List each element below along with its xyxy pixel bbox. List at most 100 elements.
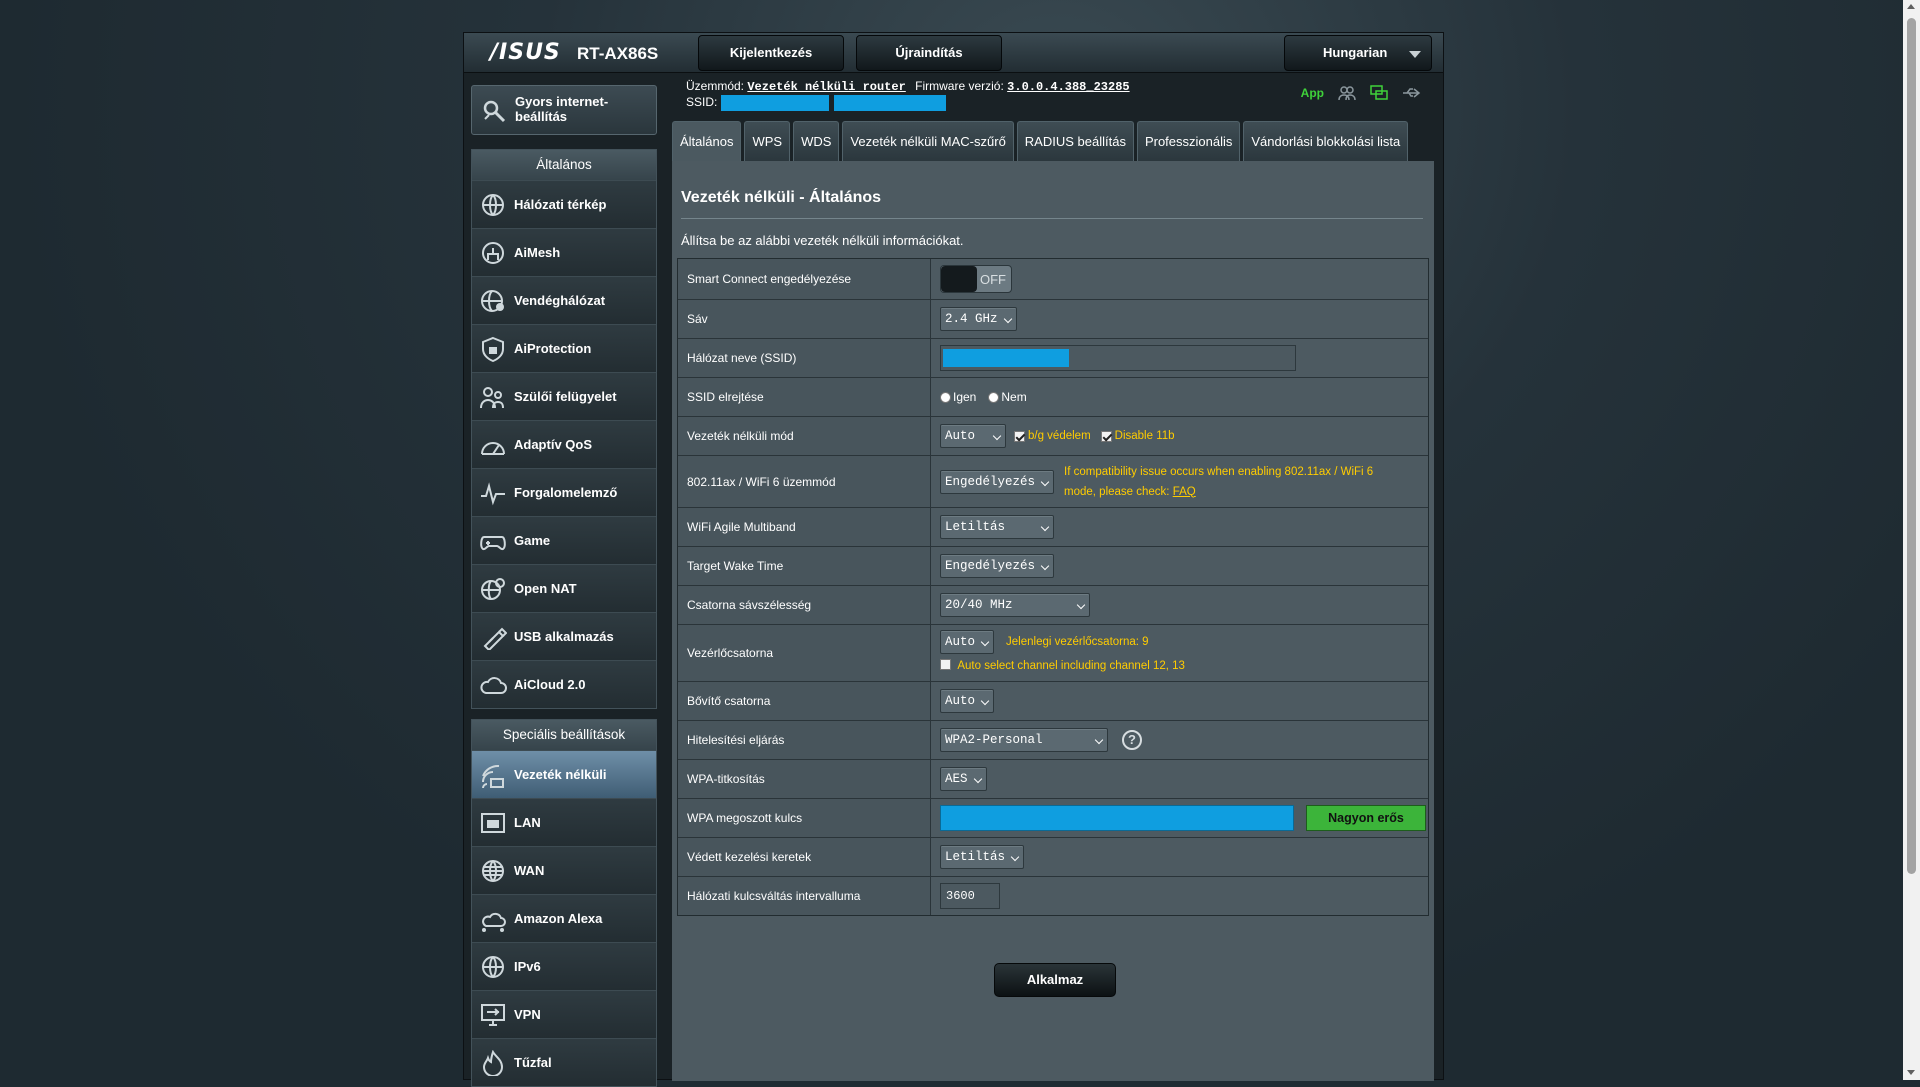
smart-connect-label: Smart Connect engedélyezése <box>678 259 931 299</box>
bandwidth-select[interactable]: 20/40 MHz <box>940 593 1090 617</box>
extension-channel-select[interactable]: Auto <box>940 689 995 713</box>
tab-4[interactable]: Vezeték nélküli MAC-szűrő <box>842 121 1014 161</box>
row-smart-connect: Smart Connect engedélyezése OFF <box>678 259 1428 299</box>
hide-ssid-no-radio[interactable] <box>988 391 1000 403</box>
usb-status-icon[interactable] <box>1402 86 1422 100</box>
tab-bar: Általános WPS WDS Vezeték nélküli MAC-szűrő… <box>672 121 1409 161</box>
sidebar-item-usb-alkalmazas[interactable]: USB alkalmazás <box>472 612 656 660</box>
control-channel-label: Vezérlőcsatorna <box>678 625 931 681</box>
app-link[interactable]: App <box>1301 86 1324 100</box>
sidebar-item-label: Adaptív QoS <box>514 437 593 452</box>
sidebar-advanced: Speciális beállítások Vezeték nélküli LAN… <box>471 719 657 1087</box>
disable-11b-checkbox[interactable] <box>1100 430 1112 442</box>
faq-link[interactable]: FAQ <box>1173 486 1196 498</box>
sidebar-item-ipv6[interactable]: IPv6 <box>472 942 656 990</box>
sidebar-item-label: Vendéghálózat <box>514 293 606 308</box>
sidebar-item-game[interactable]: Game <box>472 516 656 564</box>
parental-control-icon <box>479 384 507 410</box>
ssid-field-label: Hálózat neve (SSID) <box>678 339 931 377</box>
scroll-thumb[interactable] <box>1907 18 1916 874</box>
page-scrollbar[interactable] <box>1903 0 1920 1080</box>
ax-mode-select[interactable]: Engedélyezés <box>940 469 1055 494</box>
bandwidth-label: Csatorna sávszélesség <box>678 586 931 624</box>
sidebar-item-szuloi-felugyelet[interactable]: Szülői felügyelet <box>472 372 656 420</box>
sidebar-item-aimesh[interactable]: AiMesh <box>472 228 656 276</box>
quick-setup-button[interactable]: Gyors internet-beállítás <box>471 85 657 135</box>
language-select[interactable]: Hungarian <box>1284 35 1432 71</box>
sidebar-item-label: AiCloud 2.0 <box>514 677 586 692</box>
extension-channel-label: Bővítő csatorna <box>678 682 931 720</box>
hide-ssid-no-label: Nem <box>1001 390 1027 404</box>
wpa-encryption-select[interactable]: AES <box>940 767 987 791</box>
row-wireless-mode: Vezeték nélküli mód Auto b/g védelem Dis… <box>678 416 1428 455</box>
sidebar-item-tuzfal[interactable]: Tűzfal <box>472 1038 656 1086</box>
sidebar-item-adaptiv-qos[interactable]: Adaptív QoS <box>472 420 656 468</box>
tab-7[interactable]: Vándorlási blokkolási lista <box>1243 121 1409 161</box>
sidebar-item-label: Vezeték nélküli <box>514 767 607 782</box>
row-hide-ssid: SSID elrejtése Igen Nem <box>678 377 1428 416</box>
bg-protection-checkbox[interactable] <box>1014 430 1025 442</box>
sidebar-item-label: Open NAT <box>514 581 577 596</box>
sidebar-item-lan[interactable]: LAN <box>472 798 656 846</box>
tab-6[interactable]: Professzionális <box>1136 121 1241 161</box>
sidebar-item-label: Hálózati térkép <box>514 197 607 212</box>
firewall-icon <box>479 1049 507 1077</box>
key-strength-badge: Nagyon erős <box>1306 805 1426 831</box>
sidebar-item-wan[interactable]: WAN <box>472 846 656 894</box>
scroll-up-icon[interactable] <box>1907 4 1915 9</box>
sidebar-item-vendeghalozat[interactable]: Vendéghálózat <box>472 276 656 324</box>
wpa-key-input[interactable] <box>940 805 1294 831</box>
twt-select[interactable]: Engedélyezés <box>940 554 1054 578</box>
wireless-mode-select[interactable]: Auto <box>940 424 1006 448</box>
hide-ssid-yes-radio[interactable] <box>940 391 951 403</box>
tab-3[interactable]: WDS <box>793 121 840 161</box>
wpa-key-label: WPA megoszott kulcs <box>678 799 931 837</box>
smart-connect-toggle[interactable]: OFF <box>940 265 1012 293</box>
ipv6-icon <box>479 954 507 980</box>
logout-button[interactable]: Kijelentkezés <box>698 35 844 71</box>
firmware-link[interactable]: 3.0.0.4.388_23285 <box>1007 80 1129 94</box>
guest-network-icon <box>479 288 507 314</box>
sidebar-item-label: IPv6 <box>514 959 541 974</box>
sidebar-item-amazon-alexa[interactable]: Amazon Alexa <box>472 894 656 942</box>
auto-channel-checkbox[interactable] <box>940 659 951 670</box>
sidebar-item-aiprotection[interactable]: AiProtection <box>472 324 656 372</box>
auth-method-select[interactable]: WPA2-Personal <box>940 728 1108 752</box>
disable-11b-label: Disable 11b <box>1114 430 1175 442</box>
hide-ssid-yes-label: Igen <box>953 390 977 404</box>
sidebar-item-vezetek-nelkuli[interactable]: Vezeték nélküli <box>472 750 656 798</box>
sidebar-item-aicloud-2-0[interactable]: AiCloud 2.0 <box>472 660 656 708</box>
sidebar-item-label: AiMesh <box>514 245 561 260</box>
sidebar-item-open-nat[interactable]: Open NAT <box>472 564 656 612</box>
control-channel-select[interactable]: Auto <box>940 630 995 654</box>
mode-link[interactable]: Vezeték nélküli router <box>747 80 905 94</box>
tab-2[interactable]: WPS <box>744 121 791 161</box>
sidebar-item-label: Forgalomelemző <box>514 485 618 500</box>
ssid-input[interactable] <box>940 345 1296 371</box>
sidebar-item-label: AiProtection <box>514 341 592 356</box>
agile-multiband-select[interactable]: Letiltás <box>940 515 1054 539</box>
sidebar-item-vpn[interactable]: VPN <box>472 990 656 1038</box>
tab-1[interactable]: Általános <box>672 121 742 161</box>
band-select[interactable]: 2.4 GHz <box>940 307 1017 331</box>
help-icon[interactable]: ? <box>1122 730 1142 750</box>
asus-logo: /ISUS <box>490 40 561 65</box>
reboot-button[interactable]: Újraindítás <box>856 35 1002 71</box>
usb-app-icon <box>479 624 508 652</box>
alexa-icon <box>479 906 507 932</box>
sidebar-item-label: Tűzfal <box>514 1055 552 1070</box>
scroll-down-icon[interactable] <box>1907 1070 1915 1075</box>
model-name: RT-AX86S <box>577 44 659 63</box>
row-ssid: Hálózat neve (SSID) <box>678 338 1428 377</box>
pmf-select[interactable]: Letiltás <box>940 845 1025 869</box>
clients-icon[interactable] <box>1338 85 1356 101</box>
network-status-icon[interactable] <box>1370 85 1388 101</box>
header-bar: /ISUS RT-AX86S Kijelentkezés Újraindítás… <box>464 33 1443 73</box>
sidebar-item-forgalomelemzo[interactable]: Forgalomelemző <box>472 468 656 516</box>
rekey-input[interactable]: 3600 <box>940 883 1000 909</box>
tab-5[interactable]: RADIUS beállítás <box>1016 121 1134 161</box>
qos-icon <box>479 432 507 458</box>
network-map-icon <box>479 192 507 218</box>
apply-button[interactable]: Alkalmaz <box>994 963 1116 997</box>
sidebar-item-halozati-terkep[interactable]: Hálózati térkép <box>472 180 656 228</box>
